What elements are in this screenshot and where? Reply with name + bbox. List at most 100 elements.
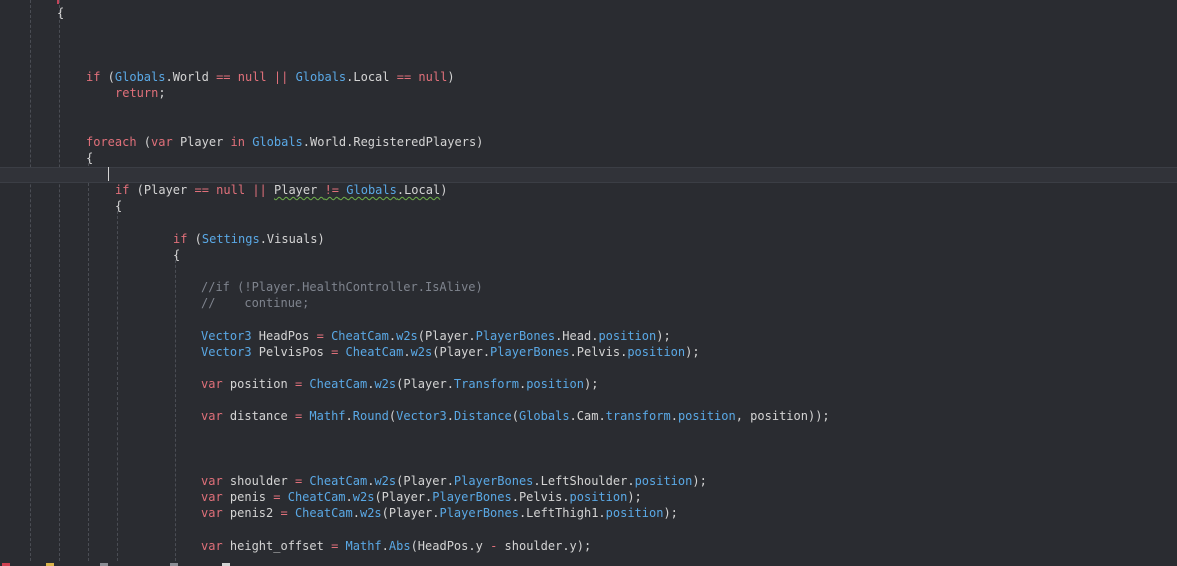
code-token: .Pelvis.: [569, 345, 628, 359]
status-bar: [0, 561, 1177, 566]
code-token: .World.RegisteredPlayers): [302, 135, 484, 149]
code-token: .LeftThigh1.: [518, 506, 606, 520]
code-token: (Player.: [396, 474, 454, 488]
code-token: .Pelvis.: [511, 490, 570, 504]
code-line[interactable]: {: [57, 5, 64, 21]
code-token: ==: [396, 70, 412, 84]
code-token: PelvisPos: [251, 345, 332, 359]
code-token: position: [222, 377, 295, 391]
code-token: .Local: [346, 70, 397, 84]
code-token: (Player.: [381, 506, 440, 520]
code-token: );: [685, 345, 700, 359]
code-token: Globals: [252, 135, 303, 149]
indent-guide: [117, 206, 118, 566]
code-token: !=: [324, 183, 340, 197]
code-token: Abs: [388, 539, 411, 553]
code-line[interactable]: Vector3 PelvisPos = CheatCam.w2s(Player.…: [201, 344, 700, 360]
code-token: ): [447, 70, 455, 84]
code-line[interactable]: if (Globals.World == null || Globals.Loc…: [86, 69, 455, 85]
code-token: Vector3: [201, 329, 252, 343]
code-token: );: [656, 329, 671, 343]
code-token: //if (!Player.HealthController.IsAlive): [201, 280, 483, 294]
indent-guide: [59, 0, 60, 566]
code-line[interactable]: // continue;: [201, 295, 309, 311]
code-token: );: [583, 377, 599, 391]
code-token: var: [201, 409, 223, 423]
code-token: CheatCam: [294, 506, 353, 520]
code-token: PlayerBones: [475, 329, 556, 343]
code-token: position: [569, 490, 628, 504]
code-token: (Player.: [417, 329, 476, 343]
code-token: var: [201, 490, 223, 504]
code-line[interactable]: {: [115, 198, 122, 214]
code-token: {: [115, 199, 123, 213]
code-token: foreach: [86, 135, 137, 149]
code-token: return: [115, 86, 159, 100]
code-token: if: [173, 232, 188, 246]
code-token: (: [136, 135, 152, 149]
code-token: (Player.: [374, 490, 433, 504]
code-token: var: [201, 474, 223, 488]
code-token: ;: [158, 86, 166, 100]
code-token: .: [670, 409, 678, 423]
code-token: shoulder.y);: [497, 539, 592, 553]
code-token: w2s: [352, 490, 375, 504]
code-token: position: [634, 474, 693, 488]
indent-guide: [175, 255, 176, 566]
code-token: penis: [222, 490, 274, 504]
code-line[interactable]: foreach (var Player in Globals.World.Reg…: [86, 134, 483, 150]
code-token: =: [280, 506, 288, 520]
code-token: CheatCam: [345, 345, 404, 359]
code-line[interactable]: var position = CheatCam.w2s(Player.Trans…: [201, 376, 598, 392]
code-token: position: [526, 377, 584, 391]
code-line[interactable]: return;: [115, 85, 166, 101]
code-token: position: [627, 345, 686, 359]
code-token: CheatCam: [287, 490, 346, 504]
code-line[interactable]: var penis = CheatCam.w2s(Player.PlayerBo…: [201, 489, 642, 505]
code-editor[interactable]: { if (Globals.World == null || Globals.Lo…: [0, 0, 1177, 566]
code-token: .Visuals): [259, 232, 325, 246]
code-token: height_offset: [222, 539, 332, 553]
code-line[interactable]: if (Settings.Visuals): [173, 231, 325, 247]
code-token: Player: [274, 183, 325, 197]
code-line[interactable]: var height_offset = Mathf.Abs(HeadPos.y …: [201, 538, 591, 554]
code-line[interactable]: if (Player == null || Player != Globals.…: [115, 182, 447, 198]
code-line[interactable]: var shoulder = CheatCam.w2s(Player.Playe…: [201, 473, 707, 489]
code-token: .: [381, 539, 389, 553]
code-line[interactable]: {: [173, 247, 180, 263]
code-line[interactable]: //if (!Player.HealthController.IsAlive): [201, 279, 483, 295]
code-token: // continue;: [201, 296, 310, 310]
code-token: .LeftShoulder.: [533, 474, 635, 488]
indent-guide: [30, 0, 31, 566]
code-token: var: [151, 135, 173, 149]
code-token: {: [173, 248, 181, 262]
code-token: ==: [194, 183, 209, 197]
code-token: .Head.: [555, 329, 599, 343]
code-token: Vector3: [201, 345, 252, 359]
code-line[interactable]: {: [86, 150, 93, 166]
code-token: var: [201, 539, 223, 553]
code-token: (Player.: [432, 345, 491, 359]
code-token: .: [345, 490, 353, 504]
code-token: w2s: [374, 377, 397, 391]
code-token: Globals: [114, 70, 166, 84]
code-token: .: [352, 506, 360, 520]
code-token: ||: [273, 70, 289, 84]
code-token: position: [598, 329, 657, 343]
code-token: in: [230, 135, 245, 149]
code-token: transform: [605, 409, 671, 423]
code-token: (Player: [129, 183, 195, 197]
code-token: position: [677, 409, 736, 423]
code-token: null: [418, 70, 448, 84]
code-line[interactable]: var penis2 = CheatCam.w2s(Player.PlayerB…: [201, 505, 678, 521]
code-line[interactable]: Vector3 HeadPos = CheatCam.w2s(Player.Pl…: [201, 328, 671, 344]
code-token: Round: [352, 409, 389, 423]
code-token: (: [100, 70, 115, 84]
code-line[interactable]: var distance = Mathf.Round(Vector3.Dista…: [201, 408, 830, 424]
code-token: shoulder: [222, 474, 295, 488]
